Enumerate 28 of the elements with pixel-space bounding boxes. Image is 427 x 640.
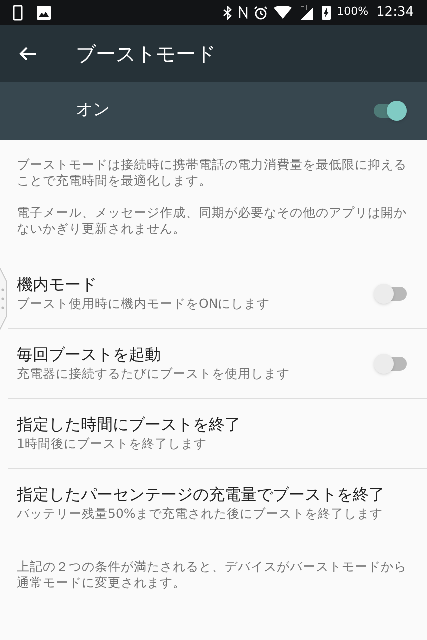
setting-summary: ブースト使用時に機内モードをONにします (17, 294, 272, 312)
battery-charging-icon (322, 5, 332, 20)
page-title: ブーストモード (76, 40, 216, 68)
description-text: ブーストモードは接続時に携帯電話の電力消費量を最低限に抑えることで充電時間を最適化します。 (17, 157, 408, 189)
settings-item[interactable]: 指定した時間にブーストを終了 1時間後にブーストを終了します (8, 399, 427, 469)
settings-item[interactable]: 機内モード ブースト使用時に機内モードをONにします (8, 259, 427, 329)
edge-handle-icon[interactable] (0, 268, 8, 330)
description-text: 電子メール、メッセージ作成、同期が必要なその他のアプリは開かないかぎり更新されません。 (17, 205, 408, 237)
battery-percentage: 100% (337, 4, 369, 20)
settings-item[interactable]: 指定したパーセンテージの充電量でブーストを終了 バッテリー残量50%まで充電された後にブーストを終了します (8, 469, 427, 539)
setting-summary: 充電器に接続するたびにブーストを使用します (17, 364, 291, 382)
setting-title: 指定したパーセンテージの充電量でブーストを終了 (17, 485, 386, 505)
setting-summary: 1時間後にブーストを終了します (17, 434, 208, 452)
clock: 12:34 (376, 4, 414, 22)
nfc-icon (239, 6, 248, 19)
setting-title: 指定した時間にブーストを終了 (17, 414, 242, 434)
setting-summary: バッテリー残量50%まで充電された後にブーストを終了します (17, 505, 384, 523)
bluetooth-icon (223, 6, 234, 20)
setting-title: 機内モード (17, 274, 98, 294)
image-icon (37, 6, 51, 20)
alarm-icon (254, 6, 268, 20)
footer-note: 上記の２つの条件が満たされると、デバイスがバーストモードから通常モードに変更されます。 (16, 559, 408, 591)
settings-item[interactable]: 毎回ブーストを起動 充電器に接続するたびにブーストを使用します (8, 329, 427, 399)
phone-icon (13, 4, 23, 20)
wifi-icon (274, 6, 292, 19)
back-arrow-icon (19, 46, 37, 62)
master-switch-label: オン (76, 99, 111, 122)
setting-title: 毎回ブーストを起動 (17, 344, 162, 364)
